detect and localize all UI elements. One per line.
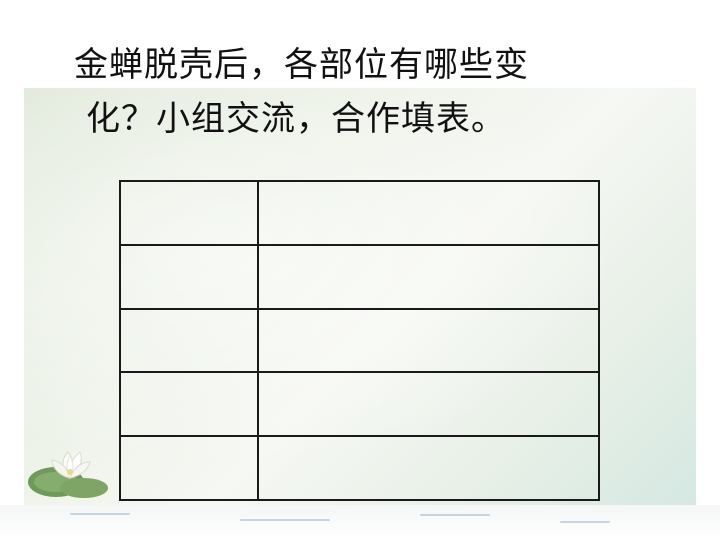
- table-row: [119, 307, 600, 374]
- table-row: [119, 180, 600, 246]
- lotus-flower-icon: [28, 451, 108, 498]
- fill-in-table: [119, 180, 600, 501]
- row-content-cell[interactable]: [257, 435, 600, 501]
- footer-mark: [420, 514, 490, 516]
- row-label-cell[interactable]: [119, 180, 259, 246]
- row-content-cell[interactable]: [257, 371, 600, 438]
- footer-mark: [240, 519, 330, 521]
- title-line-2: 化？小组交流，合作填表。: [86, 99, 506, 139]
- row-content-cell[interactable]: [257, 243, 600, 310]
- row-content-cell[interactable]: [257, 307, 600, 374]
- row-content-cell[interactable]: [257, 180, 600, 246]
- title-line-1: 金蝉脱壳后，各部位有哪些变: [74, 45, 529, 85]
- footer-strip: [0, 505, 720, 540]
- row-label-cell[interactable]: [119, 243, 259, 310]
- footer-mark: [70, 513, 130, 515]
- slide-title: 金蝉脱壳后，各部位有哪些变 化？小组交流，合作填表。: [0, 38, 720, 146]
- table-row: [119, 435, 600, 501]
- table-row: [119, 371, 600, 438]
- table-row: [119, 243, 600, 310]
- row-label-cell[interactable]: [119, 307, 259, 374]
- row-label-cell[interactable]: [119, 371, 259, 438]
- footer-mark: [560, 521, 610, 523]
- row-label-cell[interactable]: [119, 435, 259, 501]
